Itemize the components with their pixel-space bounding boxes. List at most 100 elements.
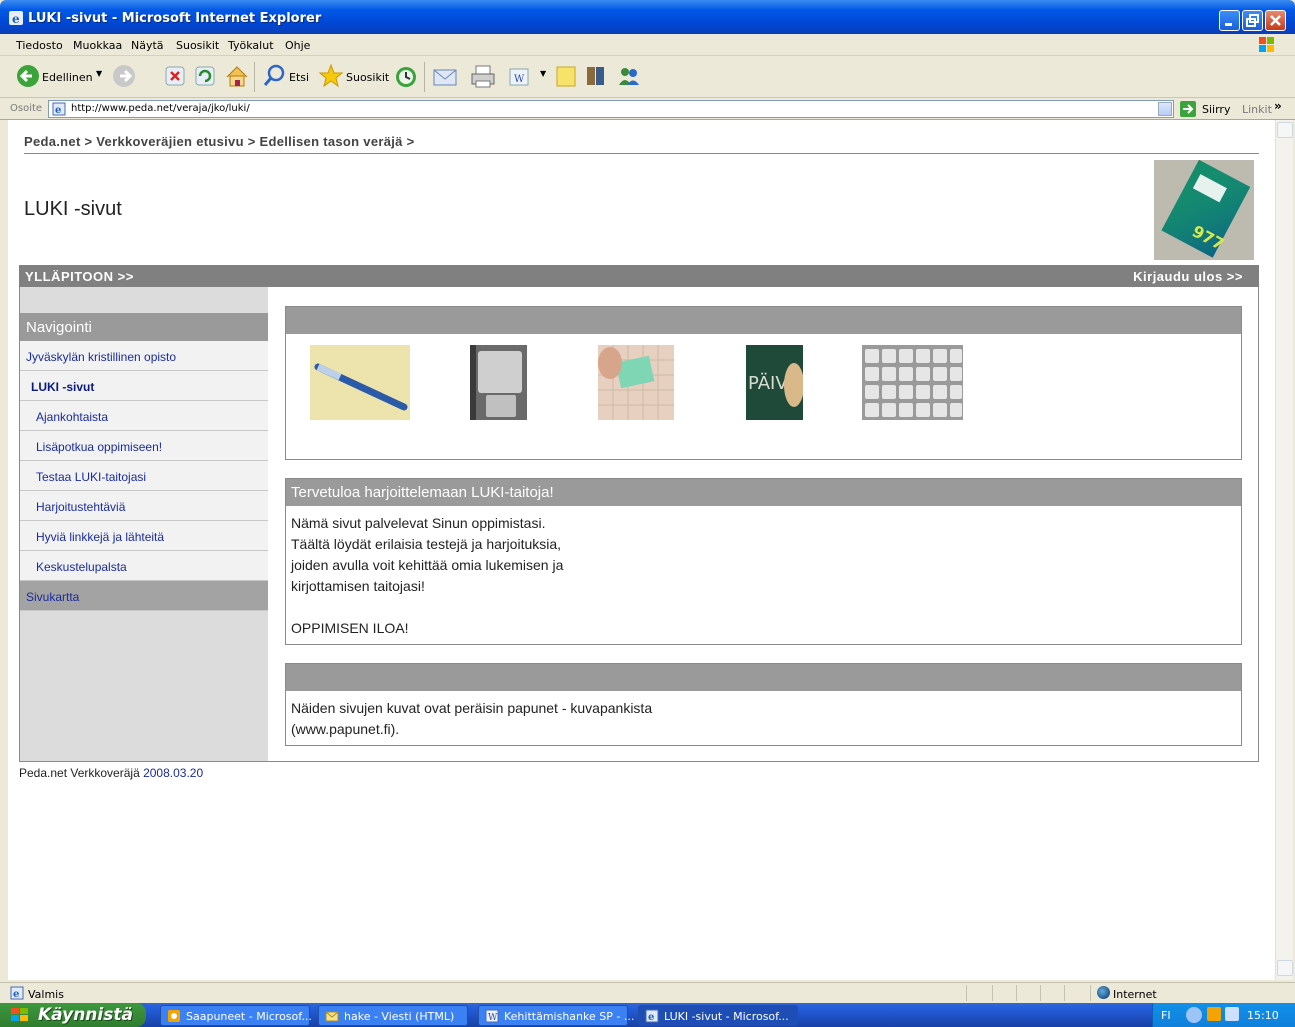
maximize-button[interactable]: [1242, 10, 1263, 31]
nav-item-label: LUKI -sivut: [31, 380, 95, 394]
nav-item-luki[interactable]: LUKI -sivut: [20, 371, 268, 401]
research-icon[interactable]: [584, 63, 608, 91]
nav-item-ajankohtaista[interactable]: Ajankohtaista: [20, 401, 268, 431]
start-button[interactable]: Käynnistä: [0, 1003, 146, 1027]
svg-text:e: e: [55, 105, 61, 116]
page-footer: Peda.net Verkkoveräjä 2008.03.20: [19, 766, 203, 780]
menu-help[interactable]: Ohje: [285, 39, 310, 52]
nav-item-linkkeja[interactable]: Hyviä linkkejä ja lähteitä: [20, 521, 268, 551]
ie-task-icon: e: [645, 1009, 659, 1023]
vertical-scrollbar[interactable]: [1275, 120, 1293, 980]
credits-box-header: [286, 664, 1241, 691]
menu-file[interactable]: Tiedosto: [16, 39, 63, 52]
history-icon[interactable]: [393, 63, 419, 91]
nav-item-label: Sivukartta: [26, 590, 80, 604]
envelope-icon: [325, 1011, 339, 1022]
stop-icon[interactable]: [164, 63, 186, 91]
back-dropdown-icon[interactable]: ▼: [96, 69, 102, 78]
nav-item-label: Keskustelupalsta: [36, 560, 127, 574]
windows-logo-icon: [1259, 37, 1274, 52]
nav-item-opisto[interactable]: Jyväskylän kristillinen opisto: [20, 341, 268, 371]
nav-item-keskustelupalsta[interactable]: Keskustelupalsta: [20, 551, 268, 581]
language-indicator[interactable]: FI: [1161, 1009, 1171, 1022]
minimize-button[interactable]: [1219, 10, 1240, 31]
ie-icon: e: [9, 11, 23, 26]
menu-view[interactable]: Näytä: [131, 39, 164, 52]
divider: [24, 153, 1259, 154]
pen-image[interactable]: [310, 345, 410, 420]
go-button[interactable]: Siirry: [1202, 103, 1230, 116]
footer-text: Peda.net Verkkoveräjä: [19, 766, 144, 780]
task-outlook[interactable]: Saapuneet - Microsof...: [160, 1005, 312, 1026]
home-icon[interactable]: [224, 63, 250, 91]
security-zone: Internet: [1090, 985, 1285, 1001]
search-button[interactable]: Etsi: [289, 71, 309, 84]
keyboard-key-image[interactable]: [470, 345, 527, 420]
footer-date-link[interactable]: 2008.03.20: [143, 766, 203, 780]
address-bar: Osoite e http://www.peda.net/veraja/jko/…: [0, 98, 1295, 120]
links-chevron-icon[interactable]: »: [1274, 99, 1282, 113]
task-label: Kehittämishanke SP - ...: [504, 1010, 635, 1023]
nav-item-harjoitustehtavia[interactable]: Harjoitustehtäviä: [20, 491, 268, 521]
edit-dropdown-icon[interactable]: ▼: [540, 69, 546, 78]
tray-app-icon[interactable]: [1207, 1007, 1221, 1021]
toolbar: Edellinen ▼ Etsi Suosikit W ▼: [0, 56, 1295, 98]
menu-bar: Tiedosto Muokkaa Näytä Suosikit Työkalut…: [0, 34, 1295, 56]
back-button[interactable]: Edellinen: [42, 71, 93, 84]
page-icon: e: [52, 102, 66, 116]
page-title: LUKI -sivut: [24, 198, 122, 220]
menu-edit[interactable]: Muokkaa: [73, 39, 122, 52]
credits-line: Näiden sivujen kuvat ovat peräisin papun…: [291, 700, 653, 716]
window-titlebar: e LUKI -sivut - Microsoft Internet Explo…: [0, 0, 1295, 34]
search-icon[interactable]: [262, 63, 286, 91]
nav-item-lisapotkua[interactable]: Lisäpotkua oppimiseen!: [20, 431, 268, 461]
task-ie-luki[interactable]: e LUKI -sivut - Microsof...: [638, 1005, 798, 1026]
print-icon[interactable]: [470, 63, 496, 91]
task-label: hake - Viesti (HTML): [344, 1010, 455, 1023]
menu-favorites[interactable]: Suosikit: [176, 39, 219, 52]
tray-expand-icon[interactable]: [1186, 1007, 1202, 1023]
discuss-note-icon[interactable]: [554, 63, 578, 91]
keyboard-image[interactable]: [862, 345, 963, 420]
scroll-up-icon[interactable]: [1277, 122, 1293, 138]
nav-item-testaa[interactable]: Testaa LUKI-taitojasi: [20, 461, 268, 491]
favorites-star-icon[interactable]: [318, 63, 344, 91]
task-document[interactable]: W Kehittämishanke SP - ...: [478, 1005, 634, 1026]
images-box: PÄIV: [285, 306, 1242, 460]
forward-icon[interactable]: [112, 63, 138, 91]
tray-network-icon[interactable]: [1225, 1007, 1239, 1021]
messenger-icon[interactable]: [616, 63, 642, 91]
word-document-icon: W: [485, 1009, 499, 1023]
svg-text:W: W: [488, 1013, 498, 1023]
sidebar: Navigointi Jyväskylän kristillinen opist…: [20, 287, 268, 761]
address-dropdown-icon[interactable]: [1158, 102, 1172, 116]
nav-item-label: Jyväskylän kristillinen opisto: [26, 350, 177, 364]
back-icon[interactable]: [16, 63, 42, 91]
images-box-header: [286, 307, 1241, 334]
chalkboard-image[interactable]: PÄIV: [746, 345, 803, 420]
logout-link[interactable]: Kirjaudu ulos >>: [1133, 269, 1243, 284]
welcome-line: Täältä löydät erilaisia testejä ja harjo…: [291, 536, 562, 552]
menu-tools[interactable]: Työkalut: [228, 39, 274, 52]
close-button[interactable]: [1265, 10, 1286, 31]
svg-text:W: W: [514, 74, 525, 85]
content-frame: Navigointi Jyväskylän kristillinen opist…: [19, 287, 1259, 762]
nav-item-label: Ajankohtaista: [36, 410, 109, 424]
nav-item-sivukartta[interactable]: Sivukartta: [20, 581, 268, 611]
task-message[interactable]: hake - Viesti (HTML): [318, 1005, 468, 1026]
mail-icon[interactable]: [432, 63, 458, 91]
edit-word-icon[interactable]: W: [508, 63, 530, 91]
welcome-line: joiden avulla voit kehittää omia lukemis…: [291, 557, 564, 573]
favorites-button[interactable]: Suosikit: [346, 71, 389, 84]
nav-item-label: Testaa LUKI-taitojasi: [36, 470, 147, 484]
windows-flag-icon: [11, 1008, 28, 1021]
links-label[interactable]: Linkit: [1242, 103, 1272, 116]
scroll-down-icon[interactable]: [1277, 960, 1293, 976]
admin-link[interactable]: YLLÄPITOON >>: [25, 269, 134, 284]
breadcrumb[interactable]: Peda.net > Verkkoveräjien etusivu > Edel…: [24, 134, 415, 149]
eraser-image[interactable]: [598, 345, 674, 420]
go-arrow-icon[interactable]: [1180, 101, 1196, 117]
svg-text:e: e: [13, 989, 19, 1000]
address-input[interactable]: e http://www.peda.net/veraja/jko/luki/: [48, 100, 1174, 118]
refresh-icon[interactable]: [194, 63, 216, 91]
